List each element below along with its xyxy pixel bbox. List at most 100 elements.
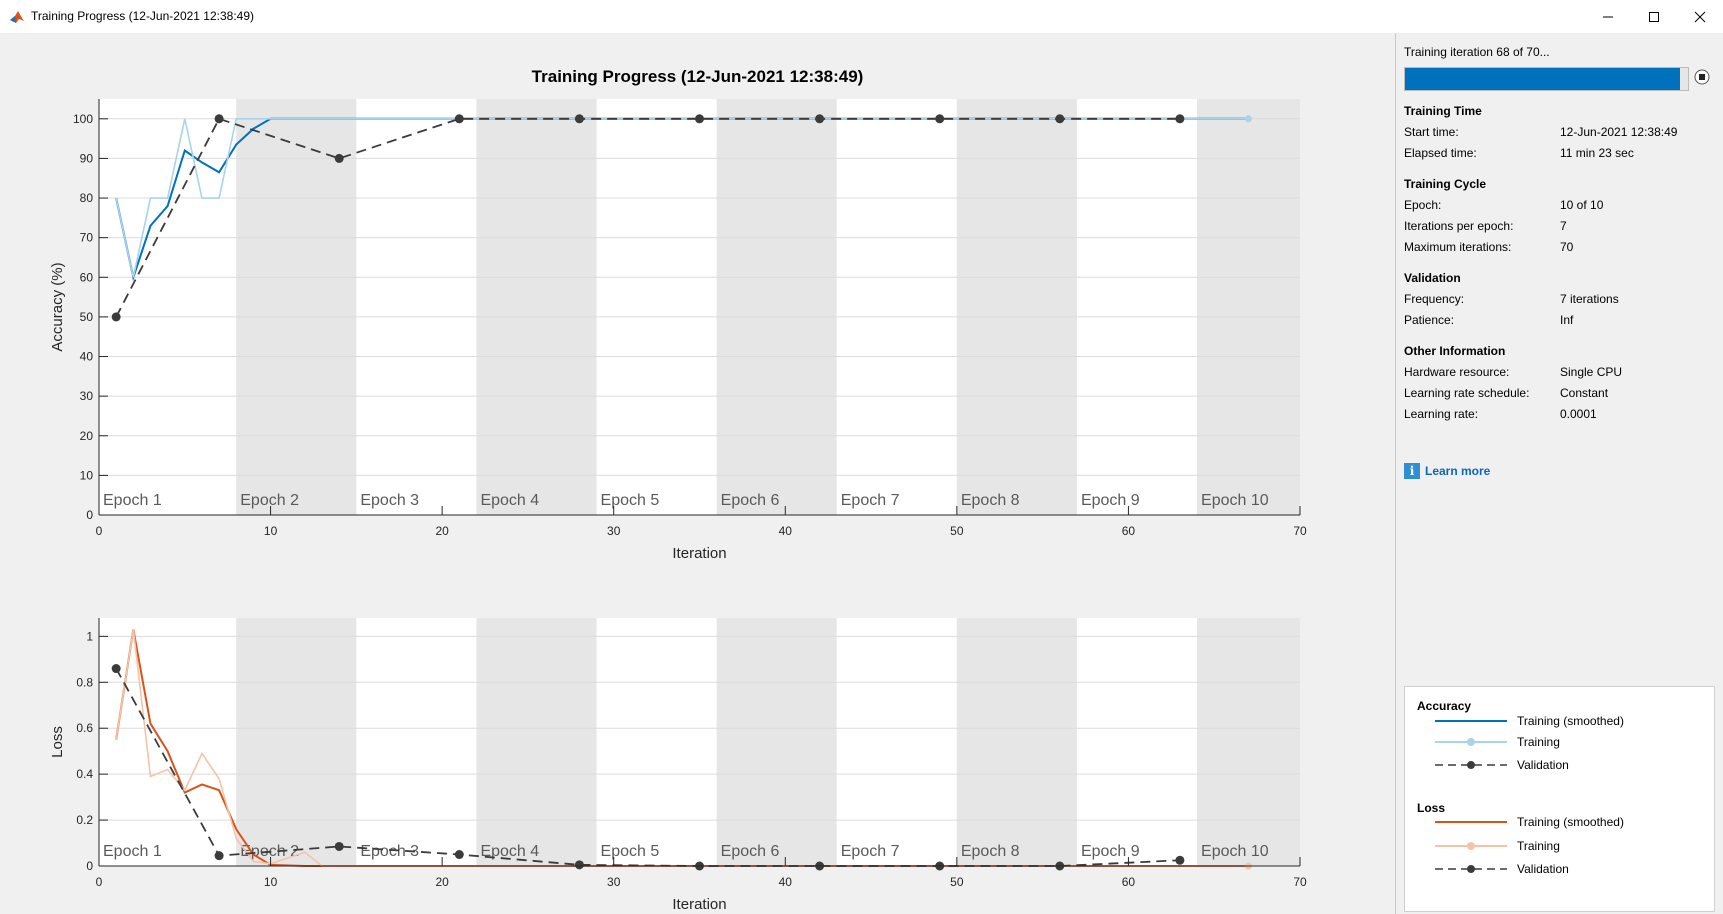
legend-loss-validation-label: Validation bbox=[1517, 862, 1569, 876]
accuracy-y-tick-label: 80 bbox=[80, 191, 94, 205]
accuracy-validation-point bbox=[1175, 114, 1185, 124]
close-icon bbox=[1694, 11, 1706, 22]
loss-x-tick-label: 70 bbox=[1293, 875, 1307, 889]
accuracy-x-tick-label: 60 bbox=[1122, 524, 1136, 538]
legend-acc-validation-label: Validation bbox=[1517, 758, 1569, 772]
elapsed-time-value: 11 min 23 sec bbox=[1560, 146, 1634, 160]
loss-x-tick-label: 20 bbox=[435, 875, 449, 889]
close-button[interactable] bbox=[1677, 0, 1723, 33]
epoch-value: 10 of 10 bbox=[1560, 198, 1604, 212]
lr-schedule-label: Learning rate schedule: bbox=[1404, 386, 1530, 400]
accuracy-epoch-band bbox=[716, 99, 837, 515]
legend-loss-heading: Loss bbox=[1417, 801, 1446, 815]
start-time-value: 12-Jun-2021 12:38:49 bbox=[1560, 125, 1678, 139]
accuracy-epoch-label: Epoch 3 bbox=[360, 492, 419, 509]
accuracy-epoch-band bbox=[596, 99, 717, 515]
accuracy-epoch-band bbox=[99, 99, 237, 515]
max-iterations-value: 70 bbox=[1560, 240, 1574, 254]
patience-label: Patience: bbox=[1404, 313, 1455, 327]
frequency-label: Frequency: bbox=[1404, 292, 1465, 306]
accuracy-x-tick-label: 40 bbox=[779, 524, 793, 538]
accuracy-training-point bbox=[1245, 115, 1253, 123]
validation-heading: Validation bbox=[1404, 271, 1461, 285]
matlab-icon bbox=[9, 9, 25, 25]
legend-accuracy-heading: Accuracy bbox=[1417, 699, 1472, 713]
accuracy-epoch-band bbox=[476, 99, 597, 515]
accuracy-y-tick-label: 70 bbox=[80, 231, 94, 245]
loss-x-tick-label: 10 bbox=[264, 875, 278, 889]
status-text: Training iteration 68 of 70... bbox=[1404, 45, 1550, 59]
frequency-value: 7 iterations bbox=[1560, 292, 1619, 306]
hardware-label: Hardware resource: bbox=[1404, 365, 1510, 379]
iterations-per-epoch-value: 7 bbox=[1560, 219, 1567, 233]
loss-x-tick-label: 50 bbox=[950, 875, 964, 889]
accuracy-epoch-label: Epoch 4 bbox=[480, 492, 539, 509]
loss-x-tick-label: 30 bbox=[607, 875, 621, 889]
accuracy-x-tick-label: 10 bbox=[264, 524, 278, 538]
legend-loss-validation-swatch bbox=[1435, 865, 1507, 873]
info-icon: i bbox=[1404, 463, 1420, 479]
loss-y-tick-label: 0.4 bbox=[76, 767, 93, 781]
training-time-heading: Training Time bbox=[1404, 104, 1482, 118]
accuracy-epoch-label: Epoch 8 bbox=[961, 492, 1020, 509]
maximize-icon bbox=[1649, 11, 1659, 22]
loss-epoch-label: Epoch 9 bbox=[1081, 843, 1140, 860]
accuracy-x-tick-label: 30 bbox=[607, 524, 621, 538]
accuracy-y-axis-label: Accuracy (%) bbox=[49, 262, 66, 351]
loss-validation-point bbox=[574, 860, 584, 870]
legend-acc-smoothed-label: Training (smoothed) bbox=[1517, 714, 1624, 728]
loss-y-tick-label: 0.6 bbox=[76, 721, 93, 735]
accuracy-epoch-label: Epoch 7 bbox=[841, 492, 900, 509]
elapsed-time-label: Elapsed time: bbox=[1404, 146, 1477, 160]
accuracy-y-tick-label: 10 bbox=[80, 468, 94, 482]
accuracy-epoch-label: Epoch 10 bbox=[1201, 492, 1269, 509]
accuracy-validation-point bbox=[695, 114, 704, 124]
patience-value: Inf bbox=[1560, 313, 1574, 327]
accuracy-validation-point bbox=[815, 114, 825, 124]
accuracy-epoch-band bbox=[956, 99, 1077, 515]
loss-epoch-band bbox=[356, 618, 477, 866]
accuracy-y-tick-label: 50 bbox=[80, 310, 94, 324]
loss-epoch-label: Epoch 7 bbox=[841, 843, 900, 860]
accuracy-y-tick-label: 100 bbox=[73, 112, 93, 126]
accuracy-validation-point bbox=[111, 312, 121, 322]
loss-validation-point bbox=[214, 851, 224, 861]
accuracy-validation-point bbox=[574, 114, 584, 124]
maximize-button[interactable] bbox=[1631, 0, 1677, 33]
loss-epoch-band bbox=[836, 618, 957, 866]
loss-validation-point bbox=[111, 664, 121, 674]
hardware-value: Single CPU bbox=[1560, 365, 1623, 379]
accuracy-epoch-label: Epoch 2 bbox=[240, 492, 299, 509]
accuracy-x-axis-label: Iteration bbox=[672, 545, 726, 562]
accuracy-validation-point bbox=[214, 114, 224, 124]
loss-epoch-label: Epoch 8 bbox=[961, 843, 1020, 860]
loss-y-tick-label: 0.2 bbox=[76, 813, 93, 827]
accuracy-epoch-band bbox=[1197, 99, 1300, 515]
loss-x-tick-label: 0 bbox=[96, 875, 103, 889]
accuracy-validation-point bbox=[935, 114, 945, 124]
legend-loss-training-label: Training bbox=[1517, 839, 1560, 853]
title-bar: Training Progress (12-Jun-2021 12:38:49) bbox=[0, 0, 1723, 34]
loss-chart: Epoch 1 Epoch 2 Epoch 3 Epoch 4 Epoch 5 Epoch… bbox=[49, 618, 1307, 913]
learn-more-link[interactable]: i Learn more bbox=[1404, 463, 1490, 479]
stop-button[interactable] bbox=[1694, 69, 1710, 85]
accuracy-y-tick-label: 60 bbox=[80, 270, 94, 284]
legend-acc-validation-swatch bbox=[1435, 761, 1507, 769]
loss-x-axis-label: Iteration bbox=[672, 896, 726, 913]
learning-rate-value: 0.0001 bbox=[1560, 407, 1597, 421]
max-iterations-label: Maximum iterations: bbox=[1404, 240, 1512, 254]
minimize-button[interactable] bbox=[1585, 0, 1631, 33]
loss-x-tick-label: 60 bbox=[1122, 875, 1136, 889]
legend-acc-smoothed-swatch bbox=[1435, 720, 1507, 722]
info-panel: Training iteration 68 of 70... Training … bbox=[1395, 33, 1723, 914]
loss-y-axis-label: Loss bbox=[49, 726, 66, 758]
legend-loss-smoothed-swatch bbox=[1435, 821, 1507, 823]
accuracy-epoch-band bbox=[356, 99, 477, 515]
accuracy-x-tick-label: 50 bbox=[950, 524, 964, 538]
loss-epoch-label: Epoch 1 bbox=[103, 843, 162, 860]
window-title: Training Progress (12-Jun-2021 12:38:49) bbox=[31, 9, 255, 23]
learn-more-label: Learn more bbox=[1425, 464, 1491, 478]
accuracy-y-tick-label: 20 bbox=[80, 429, 94, 443]
loss-epoch-band bbox=[596, 618, 717, 866]
accuracy-epoch-label: Epoch 6 bbox=[721, 492, 780, 509]
